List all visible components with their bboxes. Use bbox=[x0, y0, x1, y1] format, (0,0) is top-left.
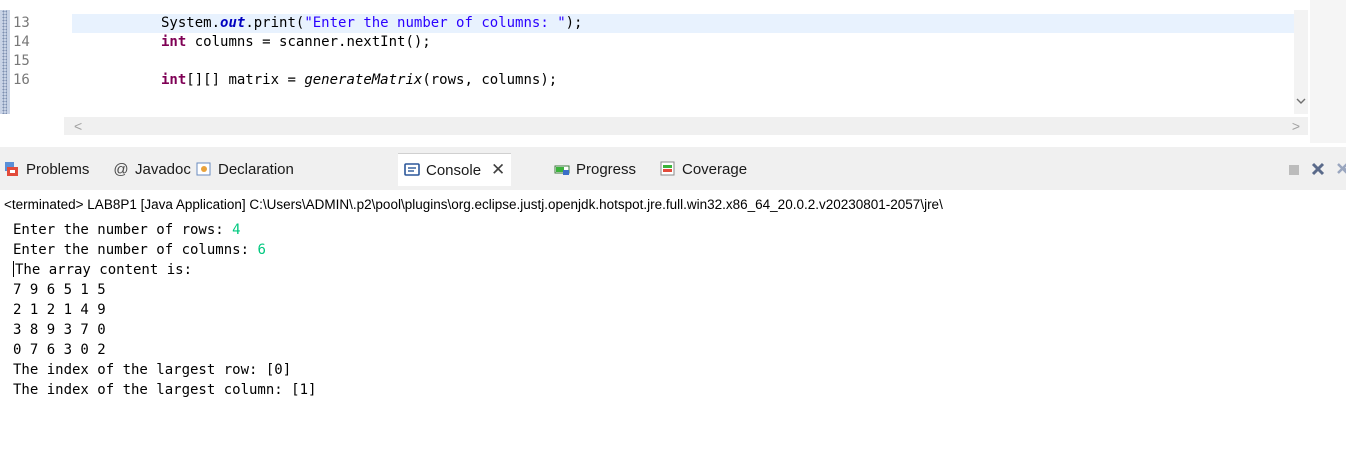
tab-label: Coverage bbox=[682, 160, 748, 178]
close-icon[interactable]: ✕ bbox=[491, 160, 505, 180]
tab-label: Javadoc bbox=[135, 160, 191, 178]
console-line: The array content is: bbox=[13, 260, 316, 280]
code-token-string: "Enter the number of columns: " bbox=[304, 15, 566, 31]
console-launch-description: <terminated> LAB8P1 [Java Application] C… bbox=[4, 197, 943, 212]
editor-right-strip bbox=[1310, 0, 1346, 143]
problems-icon bbox=[4, 161, 20, 177]
console-text: The array content is: bbox=[15, 262, 193, 278]
code-token-method: generateMatrix bbox=[304, 72, 423, 88]
tab-label: Declaration bbox=[218, 160, 294, 178]
scroll-left-arrow-icon[interactable]: < bbox=[74, 118, 82, 134]
text-caret bbox=[13, 261, 14, 277]
remove-launch-icon[interactable] bbox=[1310, 161, 1326, 182]
console-view[interactable]: <terminated> LAB8P1 [Java Application] C… bbox=[0, 190, 1346, 470]
scroll-right-arrow-icon[interactable]: > bbox=[1292, 118, 1300, 134]
console-line: 0 7 6 3 0 2 bbox=[13, 342, 106, 358]
progress-icon bbox=[554, 161, 570, 177]
console-line: 3 8 9 3 7 0 bbox=[13, 322, 106, 338]
code-area[interactable]: System.out.print("Enter the number of co… bbox=[72, 14, 1294, 90]
console-line: The index of the largest column: [1] bbox=[13, 382, 317, 398]
code-token: ); bbox=[565, 15, 583, 31]
terminate-icon[interactable] bbox=[1288, 163, 1300, 181]
tab-label: Progress bbox=[576, 160, 637, 178]
console-line: Enter the number of rows: 4 bbox=[13, 220, 316, 240]
tab-problems[interactable]: Problems bbox=[4, 155, 89, 183]
code-token: .print( bbox=[245, 15, 305, 31]
code-token-keyword: int bbox=[161, 34, 187, 50]
tab-declaration[interactable]: Declaration bbox=[196, 155, 294, 183]
scroll-down-arrow-icon[interactable] bbox=[1296, 94, 1306, 108]
console-text: Enter the number of rows: bbox=[13, 222, 233, 238]
code-line[interactable] bbox=[72, 52, 1294, 71]
remove-all-terminated-icon[interactable] bbox=[1336, 161, 1346, 182]
code-line[interactable]: int[][] matrix = generateMatrix(rows, co… bbox=[72, 71, 1294, 90]
console-icon bbox=[404, 162, 420, 178]
line-number: 13 bbox=[13, 15, 30, 31]
code-token-keyword: int bbox=[161, 72, 187, 88]
coverage-icon bbox=[660, 161, 676, 177]
code-line-current[interactable]: System.out.print("Enter the number of co… bbox=[72, 14, 1294, 33]
code-token: (rows, columns); bbox=[422, 72, 558, 88]
tab-progress[interactable]: Progress bbox=[554, 155, 636, 183]
console-line: Enter the number of columns: 6 bbox=[13, 240, 316, 260]
tab-coverage[interactable]: Coverage bbox=[660, 155, 747, 183]
line-number: 15 bbox=[13, 53, 30, 69]
code-token: columns = scanner.nextInt(); bbox=[186, 34, 431, 50]
views-tab-bar: Problems @ Javadoc Declaration Console ✕… bbox=[0, 147, 1346, 190]
javadoc-at-icon: @ bbox=[113, 160, 129, 178]
console-user-input: 4 bbox=[232, 222, 241, 238]
tab-console[interactable]: Console ✕ bbox=[398, 153, 512, 186]
declaration-icon bbox=[196, 161, 212, 177]
line-number: 16 bbox=[13, 72, 30, 88]
console-output[interactable]: Enter the number of rows: 4 Enter the nu… bbox=[13, 220, 316, 400]
line-number: 14 bbox=[13, 34, 30, 50]
horizontal-scrollbar[interactable]: < > bbox=[64, 117, 1308, 135]
code-token: [][] matrix = bbox=[186, 72, 305, 88]
code-token: System. bbox=[161, 15, 221, 31]
console-text: Enter the number of columns: bbox=[13, 242, 258, 258]
console-user-input: 6 bbox=[257, 242, 266, 258]
overview-ruler bbox=[0, 10, 10, 114]
code-token-field: out bbox=[220, 15, 246, 31]
code-editor[interactable]: 13 14 15 16 System.out.print("Enter the … bbox=[0, 0, 1346, 143]
tab-label: Problems bbox=[26, 160, 90, 178]
line-number-gutter: 13 14 15 16 bbox=[13, 14, 53, 90]
code-line[interactable]: int columns = scanner.nextInt(); bbox=[72, 33, 1294, 52]
tab-javadoc[interactable]: @ Javadoc bbox=[113, 155, 191, 183]
console-line: The index of the largest row: [0] bbox=[13, 362, 292, 378]
console-line: 2 1 2 1 4 9 bbox=[13, 302, 106, 318]
console-line: 7 9 6 5 1 5 bbox=[13, 282, 106, 298]
console-toolbar bbox=[1288, 161, 1346, 182]
tab-label: Console bbox=[426, 161, 482, 179]
